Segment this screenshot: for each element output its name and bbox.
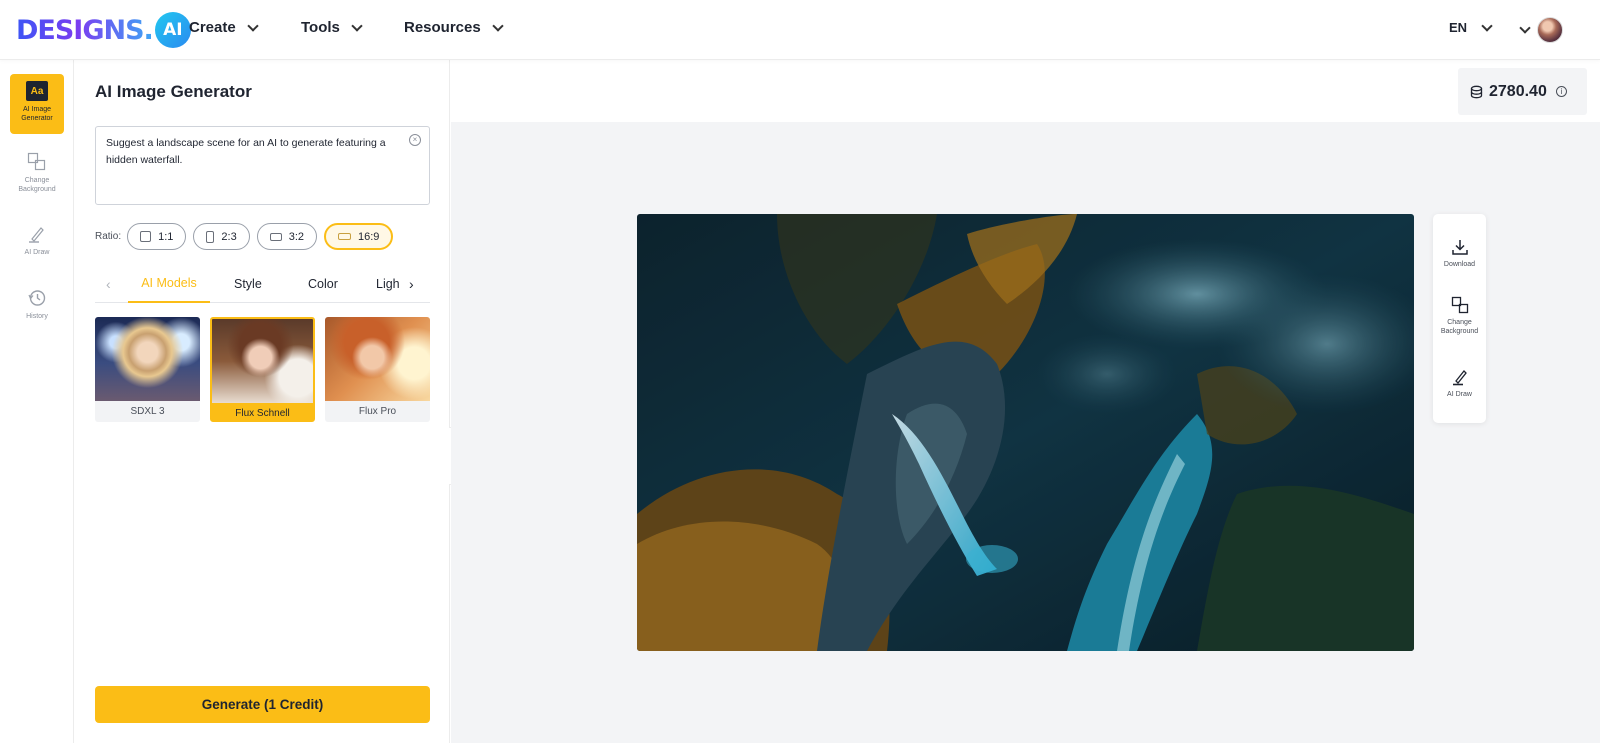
tab-label: Ligh: [376, 277, 400, 291]
language-selector[interactable]: EN: [1449, 19, 1493, 35]
ratio-2-3-button[interactable]: 2:3: [193, 223, 250, 250]
prompt-text: Suggest a landscape scene for an AI to g…: [106, 137, 386, 166]
top-navbar: DESIGNS. AI Create Tools Resources EN: [0, 0, 1600, 60]
square-icon: [140, 231, 152, 242]
chevron-down-icon: [1481, 19, 1493, 32]
ratio-value: 1:1: [158, 230, 174, 243]
pen-icon: [29, 227, 44, 243]
model-label: SDXL 3: [130, 406, 165, 417]
action-label: Download: [1443, 261, 1476, 268]
waterfall-image: [637, 214, 1414, 651]
option-tabs: ‹ AI Models Style Color Ligh ›: [95, 265, 430, 303]
nav-tools[interactable]: Tools: [301, 19, 363, 36]
model-thumbnail: [325, 317, 430, 401]
rail-item-label: AI Image Generator: [21, 106, 53, 122]
history-icon: [28, 290, 46, 306]
landscape-icon: [269, 232, 282, 241]
language-label: EN: [1449, 20, 1468, 35]
chevron-down-icon: [1519, 22, 1531, 34]
clear-icon[interactable]: ×: [409, 134, 421, 146]
generated-image[interactable]: [637, 214, 1414, 651]
tab-color[interactable]: Color: [308, 265, 338, 303]
action-label: AI Draw: [1447, 391, 1472, 398]
aa-icon: Aa: [26, 81, 48, 101]
rail-item-history[interactable]: History: [10, 288, 64, 321]
user-menu[interactable]: [1519, 17, 1563, 43]
prompt-input[interactable]: Suggest a landscape scene for an AI to g…: [95, 126, 430, 205]
ratio-16-9-button[interactable]: 16:9: [324, 223, 394, 250]
tab-style[interactable]: Style: [234, 265, 262, 303]
ratio-selector: Ratio: 1:1 2:3 3:2 16:9: [95, 223, 400, 250]
chevron-right-icon[interactable]: ›: [409, 276, 414, 292]
ratio-value: 2:3: [221, 230, 237, 243]
tab-label: AI Models: [141, 276, 197, 290]
nav-resources[interactable]: Resources: [404, 19, 504, 36]
generate-button[interactable]: Generate (1 Credit): [95, 686, 430, 723]
info-icon[interactable]: i: [1555, 86, 1567, 97]
tool-rail: Aa AI Image Generator Change Background …: [0, 60, 74, 743]
ratio-1-1-button[interactable]: 1:1: [127, 223, 187, 250]
change-background-button[interactable]: Change Background: [1433, 296, 1486, 336]
tab-lighting[interactable]: Ligh: [376, 265, 400, 303]
ai-draw-button[interactable]: AI Draw: [1433, 368, 1486, 399]
widescreen-icon: [338, 233, 352, 240]
rail-item-label: Change Background: [18, 177, 56, 193]
chevron-down-icon: [351, 19, 363, 32]
nav-tools-label: Tools: [301, 19, 340, 36]
model-card-flux-schnell[interactable]: Flux Schnell: [210, 317, 315, 422]
portrait-icon: [206, 230, 215, 243]
ratio-label: Ratio:: [95, 231, 122, 242]
avatar[interactable]: [1537, 17, 1563, 43]
model-thumbnail: [212, 319, 313, 403]
logo-badge: AI: [154, 12, 191, 48]
model-label: Flux Schnell: [235, 408, 290, 419]
rail-item-label: AI Draw: [24, 249, 50, 256]
rail-item-ai-image-generator[interactable]: Aa AI Image Generator: [10, 74, 64, 134]
nav-resources-label: Resources: [404, 19, 481, 36]
nav-create-label: Create: [189, 19, 236, 36]
page-title: AI Image Generator: [95, 82, 252, 101]
rail-item-label: History: [26, 313, 48, 320]
designs-ai-logo[interactable]: DESIGNS. AI: [16, 11, 191, 49]
model-thumbnail: [95, 317, 200, 401]
ratio-3-2-button[interactable]: 3:2: [256, 223, 318, 250]
credits-value: 2780.40: [1489, 82, 1547, 100]
model-card-flux-pro[interactable]: Flux Pro: [325, 317, 430, 422]
change-background-icon: [1451, 296, 1468, 314]
canvas-header: [451, 60, 1600, 122]
model-label: Flux Pro: [358, 406, 397, 417]
logo-text: DESIGNS.: [16, 14, 154, 46]
model-card-sdxl3[interactable]: SDXL 3: [95, 317, 200, 422]
ratio-value: 3:2: [288, 230, 305, 243]
chevron-down-icon: [247, 19, 259, 32]
nav-create[interactable]: Create: [189, 19, 259, 36]
download-button[interactable]: Download: [1433, 238, 1486, 269]
tab-label: Color: [308, 277, 338, 291]
credits-display[interactable]: 2780.40 i: [1458, 68, 1587, 115]
generator-panel: AI Image Generator Suggest a landscape s…: [74, 60, 450, 743]
tab-ai-models[interactable]: AI Models: [128, 265, 210, 303]
chevron-down-icon: [492, 19, 504, 32]
rail-item-change-background[interactable]: Change Background: [10, 152, 64, 194]
rail-item-ai-draw[interactable]: AI Draw: [10, 224, 64, 257]
chevron-left-icon[interactable]: ‹: [106, 276, 111, 292]
model-list: SDXL 3 Flux Schnell Flux Pro: [95, 317, 430, 422]
download-icon: [1451, 240, 1468, 255]
coins-icon: [1470, 85, 1483, 98]
pen-icon: [1452, 370, 1467, 386]
ratio-value: 16:9: [358, 230, 380, 243]
change-background-icon: [27, 152, 46, 171]
tab-label: Style: [234, 277, 262, 291]
action-label: Change Background: [1440, 319, 1479, 335]
image-actions: Download Change Background AI Draw: [1433, 214, 1486, 423]
